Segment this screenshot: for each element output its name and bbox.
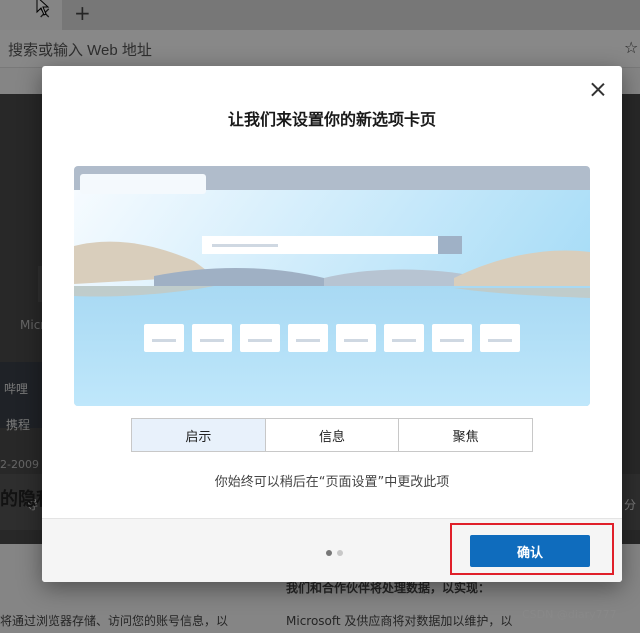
pager-dot[interactable]	[326, 550, 332, 556]
layout-preview-image	[74, 166, 590, 406]
pager-dots	[326, 550, 343, 556]
annotation-highlight-box	[450, 523, 614, 575]
preview-tile-label	[344, 339, 368, 342]
preview-tile	[192, 324, 232, 352]
settings-hint: 你始终可以稍后在“页面设置”中更改此项	[214, 475, 450, 490]
watermark-text: CSDN @diary777	[522, 608, 617, 621]
preview-tile-label	[440, 339, 464, 342]
pager-dot[interactable]	[337, 550, 343, 556]
preview-tile-label	[200, 339, 224, 342]
layout-option-inspiration[interactable]: 启示	[132, 419, 266, 451]
preview-tile	[144, 324, 184, 352]
dialog-title: 让我们来设置你的新选项卡页	[227, 110, 436, 129]
preview-tile-label	[152, 339, 176, 342]
preview-tile	[336, 324, 376, 352]
preview-tile	[432, 324, 472, 352]
preview-tile	[384, 324, 424, 352]
layout-option-focus[interactable]: 聚焦	[399, 419, 533, 451]
preview-tile	[240, 324, 280, 352]
preview-tile-label	[248, 339, 272, 342]
preview-tile	[288, 324, 328, 352]
preview-tile	[480, 324, 520, 352]
layout-option-group: 启示 信息 聚焦	[131, 418, 533, 452]
layout-option-information[interactable]: 信息	[265, 419, 400, 451]
preview-tile-label	[488, 339, 512, 342]
preview-tile-label	[392, 339, 416, 342]
preview-tile-label	[296, 339, 320, 342]
new-tab-setup-dialog: 让我们来设置你的新选项卡页 启示 信息 聚焦 你始终可以稍后在“页面设置”中更改…	[42, 66, 622, 582]
close-icon[interactable]	[586, 78, 610, 102]
